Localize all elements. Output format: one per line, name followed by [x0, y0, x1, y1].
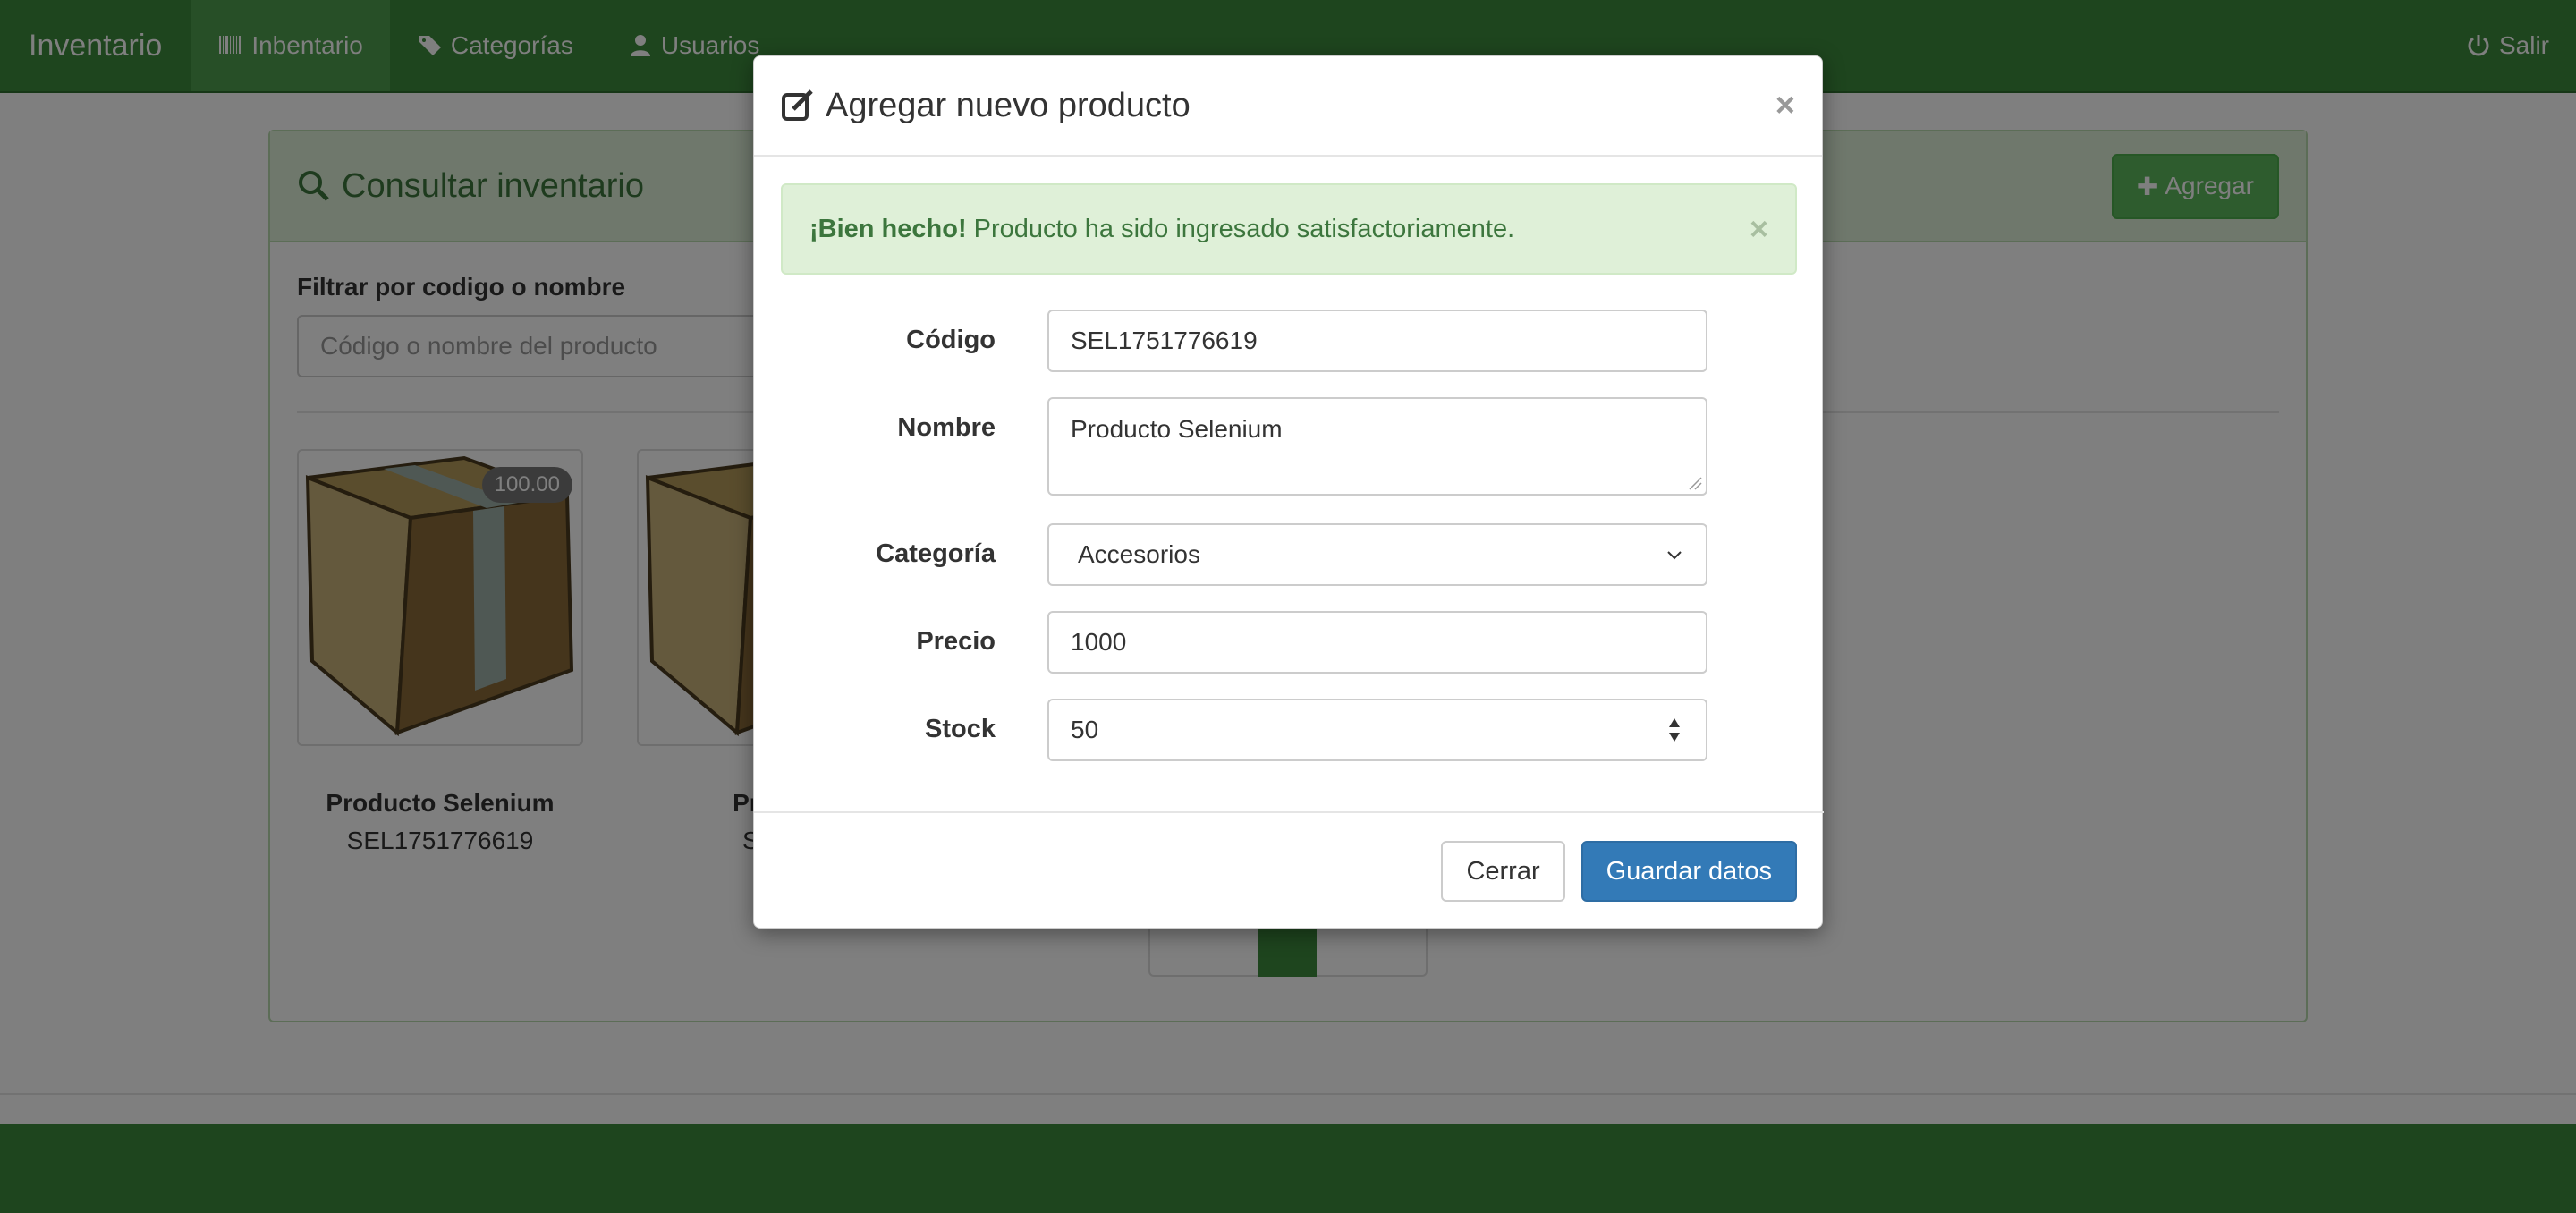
resize-grip-icon[interactable] [1688, 476, 1702, 490]
field-categoria: Categoría Accesorios [754, 523, 1824, 586]
stock-label: Stock [925, 715, 996, 743]
nombre-value: Producto Selenium [1071, 415, 1283, 443]
success-alert: ¡Bien hecho! Producto ha sido ingresado … [781, 183, 1797, 275]
alert-strong: ¡Bien hecho! [809, 214, 967, 243]
field-precio: Precio 1000 [754, 611, 1824, 674]
close-button[interactable]: Cerrar [1441, 841, 1565, 902]
categoria-select[interactable]: Accesorios [1047, 523, 1707, 586]
codigo-input[interactable]: SEL1751776619 [1047, 310, 1707, 372]
nombre-label: Nombre [897, 413, 996, 442]
field-nombre: Nombre Producto Selenium [754, 397, 1824, 496]
stock-value: 50 [1071, 716, 1099, 743]
modal-close-icon[interactable]: × [1775, 89, 1795, 123]
field-codigo: Código SEL1751776619 [754, 310, 1824, 372]
modal-title-text: Agregar nuevo producto [826, 86, 1191, 124]
categoria-value: Accesorios [1078, 540, 1200, 568]
modal-title: Agregar nuevo producto [781, 87, 1191, 125]
precio-label: Precio [916, 627, 996, 656]
modal-header: Agregar nuevo producto × [754, 56, 1822, 157]
stock-input[interactable]: 50 [1047, 699, 1707, 761]
field-stock: Stock 50 [754, 699, 1824, 761]
codigo-label: Código [906, 326, 996, 354]
number-spinner-icon[interactable] [1665, 715, 1684, 745]
save-button[interactable]: Guardar datos [1580, 841, 1797, 902]
alert-text: Producto ha sido ingresado satisfactoria… [973, 214, 1515, 243]
categoria-label: Categoría [876, 539, 996, 568]
add-product-modal: Agregar nuevo producto × ¡Bien hecho! Pr… [753, 55, 1824, 929]
nombre-textarea[interactable]: Producto Selenium [1047, 397, 1707, 496]
chevron-down-icon [1667, 551, 1682, 560]
alert-close-icon[interactable]: × [1750, 213, 1768, 245]
modal-footer: Cerrar Guardar datos [754, 811, 1824, 929]
edit-icon [782, 89, 813, 121]
precio-input[interactable]: 1000 [1047, 611, 1707, 674]
